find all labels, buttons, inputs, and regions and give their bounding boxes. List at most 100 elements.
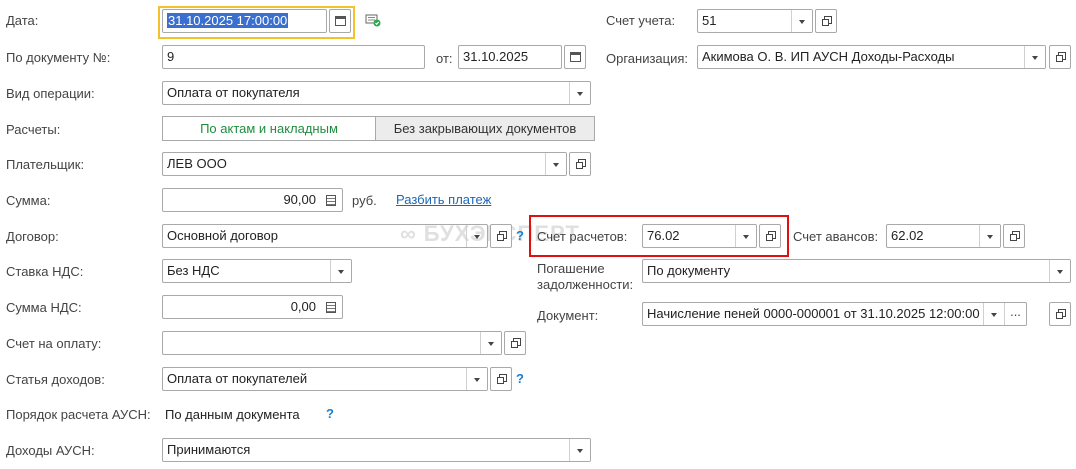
chevron-down-icon[interactable]	[545, 153, 566, 175]
payer-select[interactable]: ЛЕВ ООО	[162, 152, 567, 176]
vat-amount-label: Сумма НДС:	[6, 300, 82, 315]
contract-open-button[interactable]	[490, 224, 512, 248]
from-date-calendar-button[interactable]	[564, 45, 586, 69]
payer-open-button[interactable]	[569, 152, 591, 176]
calendar-icon	[570, 52, 581, 62]
document-structure-icon[interactable]	[365, 14, 381, 27]
doc-no-label: По документу №:	[6, 50, 111, 65]
amount-field[interactable]: 90,00	[162, 188, 343, 212]
ausn-order-help-icon[interactable]: ?	[326, 406, 334, 421]
settlements-tab-no-closing-docs[interactable]: Без закрывающих документов	[375, 116, 595, 141]
date-value: 31.10.2025 17:00:00	[167, 13, 289, 28]
operation-select[interactable]: Оплата от покупателя	[162, 81, 591, 105]
open-form-icon	[511, 338, 521, 348]
date-field[interactable]: 31.10.2025 17:00:00	[162, 9, 327, 33]
invoice-open-button[interactable]	[504, 331, 526, 355]
open-form-icon	[1010, 231, 1020, 241]
settle-account-select[interactable]: 76.02	[642, 224, 757, 248]
income-item-open-button[interactable]	[490, 367, 512, 391]
advance-account-open-button[interactable]	[1003, 224, 1025, 248]
income-item-value: Оплата от покупателей	[167, 371, 308, 386]
income-item-select[interactable]: Оплата от покупателей	[162, 367, 488, 391]
chevron-down-icon[interactable]	[569, 439, 590, 461]
document-select[interactable]: Начисление пеней 0000-000001 от 31.10.20…	[642, 302, 1027, 326]
split-payment-link[interactable]: Разбить платеж	[396, 192, 491, 207]
open-form-icon	[1056, 309, 1066, 319]
document-value: Начисление пеней 0000-000001 от 31.10.20…	[647, 306, 980, 321]
ausn-income-value: Принимаются	[167, 442, 251, 457]
settle-account-open-button[interactable]	[759, 224, 781, 248]
contract-label: Договор:	[6, 229, 59, 244]
chevron-down-icon[interactable]	[480, 332, 501, 354]
open-form-icon	[1056, 52, 1066, 62]
repayment-label-line2: задолженности:	[537, 277, 634, 292]
repayment-label-line1: Погашение	[537, 261, 605, 276]
chevron-down-icon[interactable]	[330, 260, 351, 282]
document-open-button[interactable]	[1049, 302, 1071, 326]
contract-select[interactable]: Основной договор	[162, 224, 488, 248]
payer-value: ЛЕВ ООО	[167, 156, 227, 171]
chevron-down-icon[interactable]	[466, 368, 487, 390]
chevron-down-icon[interactable]	[735, 225, 756, 247]
select-from-list-button[interactable]: ...	[1004, 303, 1026, 325]
advance-account-value: 62.02	[891, 228, 924, 243]
calculator-icon[interactable]	[326, 195, 336, 206]
open-form-icon	[497, 374, 507, 384]
currency-label: руб.	[352, 193, 377, 208]
account-label: Счет учета:	[606, 13, 676, 28]
vat-amount-field[interactable]: 0,00	[162, 295, 343, 319]
open-form-icon	[766, 231, 776, 241]
date-label: Дата:	[6, 13, 39, 28]
settlements-tab-by-acts[interactable]: По актам и накладным	[162, 116, 376, 141]
settle-account-value: 76.02	[647, 228, 680, 243]
ausn-order-value: По данным документа	[165, 407, 300, 422]
chevron-down-icon[interactable]	[983, 303, 1004, 325]
settlements-label: Расчеты:	[6, 122, 61, 137]
date-calendar-button[interactable]	[329, 9, 351, 33]
chevron-down-icon[interactable]	[1049, 260, 1070, 282]
vat-rate-label: Ставка НДС:	[6, 264, 84, 279]
doc-no-field[interactable]: 9	[162, 45, 425, 69]
income-item-label: Статья доходов:	[6, 372, 105, 387]
operation-label: Вид операции:	[6, 86, 95, 101]
repayment-value: По документу	[647, 263, 731, 278]
from-date-value: 31.10.2025	[463, 49, 529, 64]
from-label: от:	[436, 51, 453, 66]
organization-value: Акимова О. В. ИП АУСН Доходы-Расходы	[702, 49, 955, 64]
open-form-icon	[497, 231, 507, 241]
account-select[interactable]: 51	[697, 9, 813, 33]
advance-account-select[interactable]: 62.02	[886, 224, 1001, 248]
ausn-income-select[interactable]: Принимаются	[162, 438, 591, 462]
open-form-icon	[576, 159, 586, 169]
payer-label: Плательщик:	[6, 157, 85, 172]
document-label: Документ:	[537, 308, 599, 323]
operation-value: Оплата от покупателя	[167, 85, 300, 100]
advance-account-label: Счет авансов:	[793, 229, 879, 244]
from-date-field[interactable]: 31.10.2025	[458, 45, 562, 69]
amount-label: Сумма:	[6, 193, 51, 208]
contract-value: Основной договор	[167, 228, 278, 243]
chevron-down-icon[interactable]	[466, 225, 487, 247]
chevron-down-icon[interactable]	[979, 225, 1000, 247]
organization-open-button[interactable]	[1049, 45, 1071, 69]
organization-label: Организация:	[606, 51, 689, 66]
chevron-down-icon[interactable]	[791, 10, 812, 32]
account-value: 51	[702, 13, 717, 28]
calendar-icon	[335, 16, 346, 26]
vat-amount-value: 0,00	[290, 299, 316, 314]
amount-value: 90,00	[283, 192, 316, 207]
organization-select[interactable]: Акимова О. В. ИП АУСН Доходы-Расходы	[697, 45, 1046, 69]
settle-account-label: Счет расчетов:	[537, 229, 628, 244]
contract-help-icon[interactable]: ?	[516, 228, 524, 243]
invoice-select[interactable]	[162, 331, 502, 355]
chevron-down-icon[interactable]	[569, 82, 590, 104]
ausn-order-label: Порядок расчета АУСН:	[6, 407, 151, 422]
chevron-down-icon[interactable]	[1024, 46, 1045, 68]
ausn-income-label: Доходы АУСН:	[6, 443, 95, 458]
repayment-select[interactable]: По документу	[642, 259, 1071, 283]
invoice-label: Счет на оплату:	[6, 336, 102, 351]
calculator-icon[interactable]	[326, 302, 336, 313]
account-open-button[interactable]	[815, 9, 837, 33]
income-item-help-icon[interactable]: ?	[516, 371, 524, 386]
vat-rate-select[interactable]: Без НДС	[162, 259, 352, 283]
